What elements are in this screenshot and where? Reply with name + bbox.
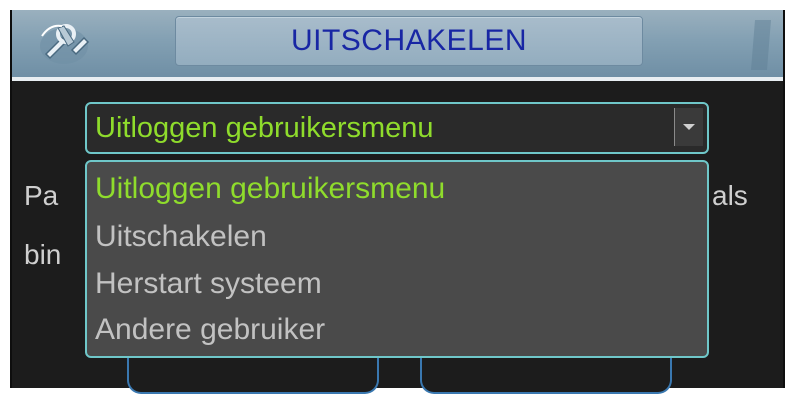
- title-bar: UITSCHAKELEN: [12, 10, 783, 81]
- prompt-text-fragment: als: [712, 180, 748, 211]
- dropdown-toggle-button[interactable]: [674, 108, 703, 146]
- dialog-title: UITSCHAKELEN: [175, 16, 643, 66]
- tools-icon: [40, 24, 90, 64]
- chevron-down-icon: [683, 124, 695, 130]
- dropdown-option-logout[interactable]: Uitloggen gebruikersmenu: [95, 166, 445, 212]
- dropdown-option-switch-user[interactable]: Andere gebruiker: [95, 307, 325, 353]
- shutdown-mode-select[interactable]: Uitloggen gebruikersmenu: [85, 102, 709, 154]
- prompt-text-fragment: bin: [24, 239, 62, 270]
- dropdown-option-restart[interactable]: Herstart systeem: [95, 261, 322, 307]
- title-bar-decoration: [751, 20, 771, 70]
- shutdown-mode-dropdown: Uitloggen gebruikersmenu Uitschakelen He…: [85, 160, 709, 358]
- prompt-text-fragment: Pa: [24, 180, 59, 211]
- select-value: Uitloggen gebruikersmenu: [95, 112, 434, 144]
- shutdown-dialog: UITSCHAKELEN Pa bin als Uitloggen gebrui…: [10, 10, 785, 394]
- dropdown-option-shutdown[interactable]: Uitschakelen: [95, 214, 267, 260]
